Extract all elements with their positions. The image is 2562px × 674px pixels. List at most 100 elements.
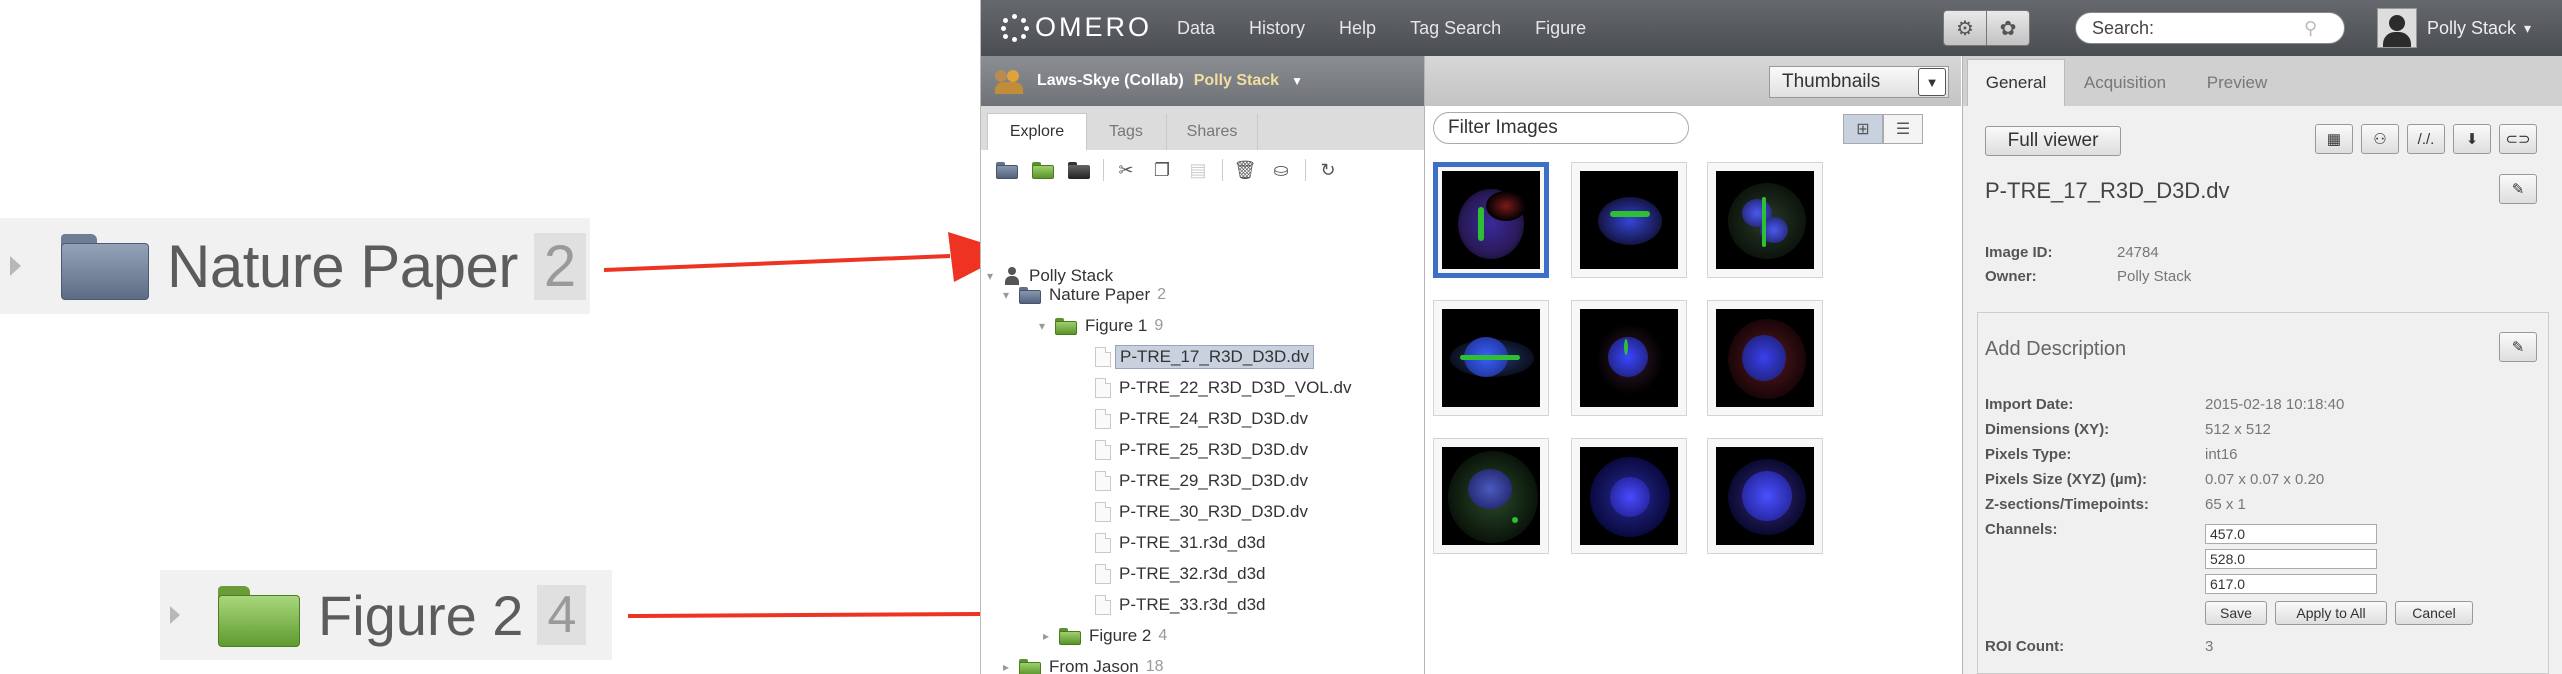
tree-toolbar: ✂ ❐ ▤ 🗑 ⛀ ↻ (981, 150, 1424, 190)
paste-icon[interactable]: ▤ (1184, 156, 1212, 184)
channel-name-input[interactable] (2205, 524, 2377, 544)
image-file-icon (1095, 533, 1111, 553)
tab-explore[interactable]: Explore (987, 113, 1087, 150)
arrow-to-figure-2 (627, 612, 981, 618)
tab-general[interactable]: General (1967, 59, 2065, 106)
detail-value: 512 x 512 (2205, 421, 2271, 438)
thumbnail[interactable] (1571, 162, 1687, 278)
link-icon[interactable]: ⊂⊃ (2499, 124, 2537, 154)
edit-name-icon[interactable]: ✎ (2499, 174, 2537, 204)
nav-data[interactable]: Data (1177, 18, 1215, 39)
group-selector[interactable]: Laws-Skye (Collab) Polly Stack ▼ (981, 56, 1424, 106)
thumbnail[interactable] (1707, 162, 1823, 278)
add-description-label[interactable]: Add Description (1985, 338, 2126, 361)
new-project-icon[interactable] (993, 156, 1021, 184)
image-id-value: 24784 (2117, 244, 2159, 261)
tree-image-row[interactable]: P-TRE_33.r3d_d3d (1095, 591, 1265, 619)
expand-arrow-icon[interactable]: ▸ (1003, 660, 1013, 674)
copy-icon[interactable]: ❐ (1148, 156, 1176, 184)
tree-image-row[interactable]: P-TRE_17_R3D_D3D.dv (1095, 343, 1314, 371)
channel-name-input[interactable] (2205, 549, 2377, 569)
tree-image-label: P-TRE_32.r3d_d3d (1119, 564, 1266, 583)
zoom-dataset-count: 4 (537, 585, 587, 645)
toolbar-divider (1222, 159, 1223, 181)
webclient-icon[interactable]: ✿ (1987, 10, 2030, 46)
tree-image-row[interactable]: P-TRE_29_R3D_D3D.dv (1095, 467, 1308, 495)
owner-value: Polly Stack (2117, 268, 2192, 285)
cancel-button[interactable]: Cancel (2395, 601, 2473, 625)
detail-value: int16 (2205, 446, 2238, 463)
edit-description-icon[interactable]: ✎ (2499, 332, 2537, 362)
tree-project-from-jason[interactable]: ▸ From Jason 18 (1003, 653, 1164, 674)
collapse-arrow-icon[interactable]: ▾ (987, 269, 997, 283)
list-view-icon[interactable]: ☰ (1883, 114, 1923, 144)
split-view-icon[interactable]: ▦ (2315, 124, 2353, 154)
thumbnail[interactable] (1571, 300, 1687, 416)
tab-shares[interactable]: Shares (1167, 114, 1258, 150)
tab-preview[interactable]: Preview (2187, 60, 2287, 106)
right-panel: General Acquisition Preview Full viewer … (1962, 56, 2562, 674)
search-input[interactable] (2090, 16, 2314, 40)
refresh-icon[interactable]: ↻ (1314, 156, 1342, 184)
settings-icon[interactable]: ⚙ (1943, 10, 1987, 46)
group-name: Laws-Skye (Collab) (1037, 72, 1184, 89)
new-dataset-icon[interactable] (1029, 156, 1057, 184)
save-button[interactable]: Save (2205, 601, 2267, 625)
omero-webclient: OMERO Data History Help Tag Search Figur… (980, 0, 2562, 674)
tree-project-nature-paper[interactable]: ▾ Nature Paper 2 (1003, 281, 1166, 309)
thumbnail-image (1442, 447, 1540, 545)
group-icon (995, 68, 1027, 94)
chevron-down-icon: ▼ (1918, 68, 1946, 96)
download-icon[interactable]: ⬇ (2453, 124, 2491, 154)
tree-image-row[interactable]: P-TRE_22_R3D_D3D_VOL.dv (1095, 374, 1351, 402)
nav-tag-search[interactable]: Tag Search (1410, 18, 1501, 39)
cut-icon[interactable]: ✂ (1112, 156, 1140, 184)
thumbnail[interactable] (1571, 438, 1687, 554)
delete-icon[interactable]: 🗑 (1231, 156, 1259, 184)
nav-figure[interactable]: Figure (1535, 18, 1586, 39)
expand-arrow-icon[interactable]: ▸ (1043, 629, 1053, 643)
omero-logo[interactable]: OMERO (1001, 12, 1152, 43)
thumbnail[interactable] (1707, 438, 1823, 554)
tree-image-row[interactable]: P-TRE_32.r3d_d3d (1095, 560, 1265, 588)
hierarchy-icon[interactable]: ⚇ (2361, 124, 2399, 154)
tree-image-row[interactable]: P-TRE_24_R3D_D3D.dv (1095, 405, 1308, 433)
collapse-arrow-icon[interactable]: ▾ (1039, 319, 1049, 333)
apply-to-all-button[interactable]: Apply to All (2275, 601, 2387, 625)
collapse-arrow-icon[interactable]: ▾ (1003, 288, 1013, 302)
zoom-project-count: 2 (533, 232, 587, 300)
view-mode-select[interactable]: Thumbnails ▼ (1769, 66, 1949, 98)
nav-help[interactable]: Help (1339, 18, 1376, 39)
tree-dataset-count: 9 (1154, 317, 1164, 334)
search-icon[interactable]: ⚲ (2304, 18, 2317, 39)
thumbnail[interactable] (1433, 438, 1549, 554)
new-screen-icon[interactable] (1065, 156, 1093, 184)
thumbnail[interactable] (1707, 300, 1823, 416)
thumbnail[interactable] (1433, 162, 1549, 278)
tree-image-label: P-TRE_29_R3D_D3D.dv (1119, 471, 1308, 490)
tab-acquisition[interactable]: Acquisition (2065, 60, 2185, 106)
tree-image-label: P-TRE_31.r3d_d3d (1119, 533, 1266, 552)
tree-dataset-figure-1[interactable]: ▾ Figure 1 9 (1039, 312, 1163, 340)
detail-value: 2015-02-18 10:18:40 (2205, 396, 2345, 413)
tree-dataset-figure-2[interactable]: ▸ Figure 2 4 (1043, 622, 1167, 650)
tree-image-row[interactable]: P-TRE_30_R3D_D3D.dv (1095, 498, 1308, 526)
channel-name-input[interactable] (2205, 574, 2377, 594)
thumbnail[interactable] (1433, 300, 1549, 416)
basket-icon[interactable]: ⛀ (1267, 156, 1295, 184)
dataset-folder-icon (1059, 627, 1081, 645)
filter-images-input[interactable] (1446, 116, 1680, 140)
detail-label: Dimensions (XY): (1985, 421, 2110, 438)
tree-image-row[interactable]: P-TRE_25_R3D_D3D.dv (1095, 436, 1308, 464)
dataset-folder-icon (1055, 317, 1077, 335)
full-viewer-button[interactable]: Full viewer (1985, 126, 2121, 156)
omero-logo-text: OMERO (1035, 12, 1153, 42)
tree-image-row[interactable]: P-TRE_31.r3d_d3d (1095, 529, 1265, 557)
path-icon[interactable]: /./. (2407, 124, 2445, 154)
grid-view-icon[interactable]: ⊞ (1843, 114, 1883, 144)
filter-box (1433, 112, 1689, 144)
dataset-folder-icon (1019, 658, 1041, 674)
tab-tags[interactable]: Tags (1086, 114, 1167, 150)
nav-history[interactable]: History (1249, 18, 1305, 39)
user-menu[interactable]: Polly Stack ▾ (2377, 8, 2531, 48)
